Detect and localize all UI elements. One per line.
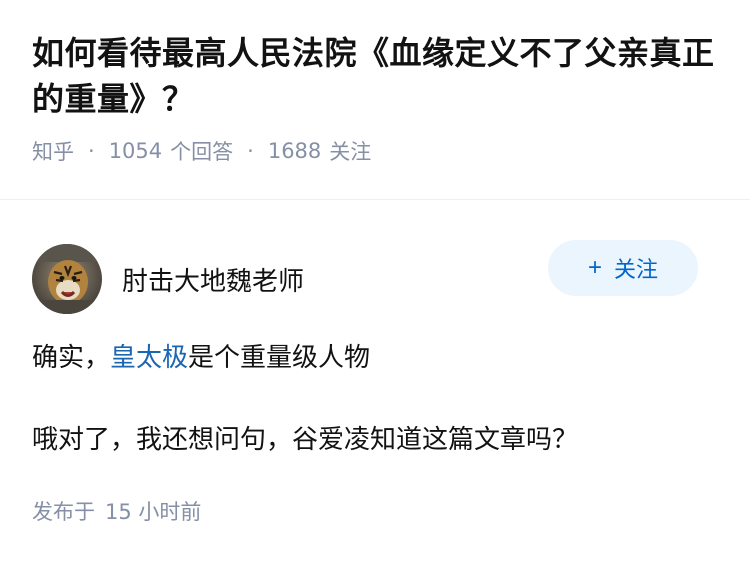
author-row: 肘击大地魏老师 + 关注 — [32, 232, 718, 332]
question-title[interactable]: 如何看待最高人民法院《血缘定义不了父亲真正的重量》？ — [32, 30, 718, 122]
follower-count: 1688 — [267, 139, 322, 163]
answer-card: 肘击大地魏老师 + 关注 确实，皇太极是个重量级人物 哦对了，我还想问句，谷爱凌… — [0, 232, 750, 526]
question-meta: 知乎 · 1054 个回答 · 1688 关注 — [32, 136, 718, 166]
question-header: 如何看待最高人民法院《血缘定义不了父亲真正的重量》？ 知乎 · 1054 个回答… — [0, 0, 750, 200]
publish-time-value: 15 小时前 — [105, 500, 202, 524]
follower-count-label: 关注 — [329, 140, 372, 164]
publish-label: 发布于 — [32, 500, 95, 524]
follow-button[interactable]: + 关注 — [548, 240, 698, 296]
answer-count-label: 个回答 — [170, 140, 234, 164]
publish-time: 发布于 15 小时前 — [32, 496, 718, 526]
paragraph-text: 是个重量级人物 — [188, 343, 371, 373]
author-name[interactable]: 肘击大地魏老师 — [122, 261, 304, 298]
topic-link[interactable]: 皇太极 — [110, 343, 188, 373]
answer-content: 确实，皇太极是个重量级人物 哦对了，我还想问句，谷爱凌知道这篇文章吗？ — [32, 336, 718, 462]
answer-count: 1054 — [108, 139, 163, 163]
avatar[interactable] — [32, 244, 102, 314]
tiger-avatar-image — [32, 244, 102, 314]
follow-label: 关注 — [614, 257, 659, 282]
plus-icon: + — [587, 254, 602, 281]
answer-paragraph: 哦对了，我还想问句，谷爱凌知道这篇文章吗？ — [32, 425, 579, 455]
meta-separator: · — [247, 139, 254, 163]
meta-separator: · — [88, 139, 95, 163]
paragraph-text: 确实， — [32, 343, 111, 373]
answer-paragraph: 确实，皇太极是个重量级人物 — [32, 336, 718, 380]
source-label: 知乎 — [32, 140, 74, 164]
